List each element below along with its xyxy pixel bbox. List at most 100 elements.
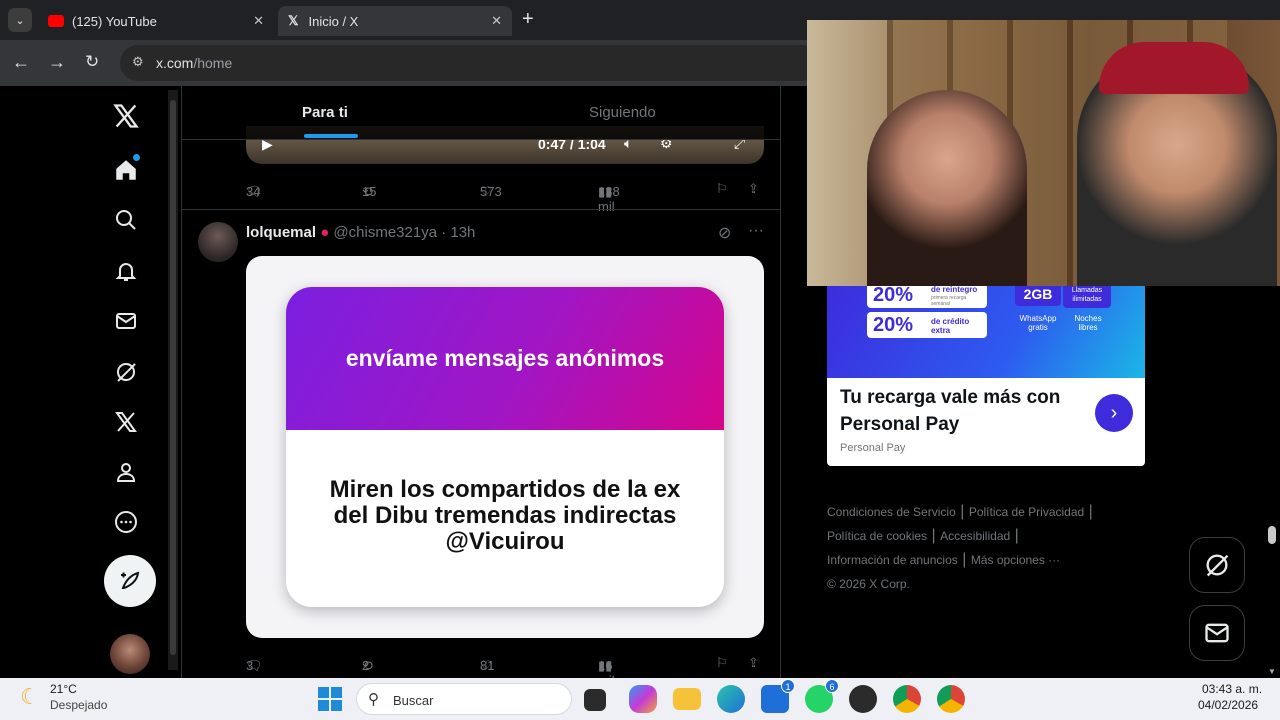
bell-icon[interactable] [108,253,144,289]
ad-headline: Tu recarga vale más con Personal Pay [840,387,1061,435]
notification-dot [133,154,140,161]
back-icon[interactable]: ← [12,52,30,73]
webcam-red-cap [1099,42,1249,94]
x-logo-icon[interactable] [108,98,144,134]
taskbar-search[interactable]: ⚲ Buscar [356,683,572,715]
reply-count: 3 [246,658,254,673]
timeline: ▶ 0:47 / 1:04 🔈︎ ⚙ ⤢ 🗨︎ 34 ⟲ 15 ♡ 573 ▮▮… [182,86,780,678]
youtube-icon [48,15,64,27]
whatsapp-badge: 6 [825,679,839,693]
promo1-pct: 20% [873,284,914,306]
nav-scrollbar[interactable] [168,90,178,670]
promo1-text: de reintegro [931,285,978,294]
search-icon[interactable] [108,202,144,238]
store-icon[interactable]: 1 [761,679,795,713]
footer-links: Condiciones de Servicio | Política de Pr… [827,503,1093,591]
anonymous-message-card: envíame mensajes anónimos Miren los comp… [286,287,724,607]
tab-active-indicator [304,134,358,138]
author-handle[interactable]: @chisme321ya [333,224,437,241]
like-count: 573 [480,184,502,199]
compose-post-button[interactable] [104,555,156,607]
clock-time[interactable]: 03:43 a. m. [1202,682,1262,696]
mail-icon [1205,623,1229,643]
ad-arrow-button[interactable]: › [1095,394,1133,432]
tab-search-button[interactable]: ⌄ [8,8,32,32]
post-header: lolquemal ● @chisme321ya · 13h [246,224,475,241]
close-icon[interactable]: ✕ [491,13,502,29]
weather-condition[interactable]: Despejado [50,698,107,712]
author-name[interactable]: lolquemal [246,224,316,241]
profile-icon[interactable] [108,454,144,490]
folder-icon[interactable] [673,688,701,710]
more-options-icon[interactable]: ··· [748,222,764,240]
card-header: envíame mensajes anónimos [286,287,724,430]
grok-icon [1206,554,1229,577]
chrome-profile-icon[interactable] [937,685,965,713]
clock-date[interactable]: 04/02/2026 [1198,698,1258,712]
premium-x-icon[interactable] [108,404,144,440]
home-icon[interactable] [108,152,144,188]
post-author-avatar[interactable] [198,222,238,262]
share-icon[interactable]: ⇪ [748,181,759,197]
new-tab-button[interactable]: + [522,8,534,31]
copyright: © 2026 X Corp. [827,577,910,591]
bookmark-icon[interactable]: ⚐ [716,181,728,197]
avatar[interactable] [110,634,150,674]
weather-moon-icon[interactable]: ☾ [20,684,40,710]
search-icon: ⚲ [368,691,379,708]
store-badge: 1 [781,679,795,693]
messages-float-button[interactable] [1189,605,1245,661]
grok-float-button[interactable] [1189,537,1245,593]
tab-for-you[interactable]: Para ti [302,104,348,121]
post-image[interactable]: envíame mensajes anónimos Miren los comp… [246,256,764,638]
reload-icon[interactable]: ↻ [85,52,99,72]
grok-icon[interactable]: ⊘ [718,223,731,243]
accessibility-link[interactable]: Accesibilidad [940,529,1010,543]
cookies-link[interactable]: Política de cookies [827,529,927,543]
feed-right-border [780,86,781,678]
ads-info-link[interactable]: Información de anuncios [827,553,958,567]
mail-icon[interactable] [108,303,144,339]
edge-icon[interactable] [717,685,745,713]
webcam-overlay [807,20,1280,286]
terms-link[interactable]: Condiciones de Servicio [827,505,956,519]
window-controls [1150,8,1280,20]
whatsapp-icon[interactable]: 6 [805,679,839,713]
address-bar[interactable]: ⚙ x.com/home [120,45,820,81]
copilot-icon[interactable] [629,685,657,713]
post-time[interactable]: · 13h [441,224,475,241]
share-icon[interactable]: ⇪ [748,655,759,671]
ad-advertiser: Personal Pay [840,442,906,454]
feed-tabs: Para ti Siguiendo [182,86,780,140]
close-icon[interactable]: ✕ [253,13,264,29]
whatsapp-badge: WhatsApp gratis [1019,314,1057,332]
card-message: Miren los compartidos de la ex del Dibu … [329,476,681,555]
promoted-ad[interactable]: 20% de reintegro primera recarga semanal… [827,278,1145,466]
site-info-icon[interactable]: ⚙ [132,54,144,70]
start-button[interactable] [318,687,342,711]
tab-following[interactable]: Siguiendo [589,104,656,121]
post-divider [182,209,780,210]
more-options-link[interactable]: Más opciones ··· [971,553,1060,567]
scroll-down-icon[interactable]: ▼ [1268,667,1276,676]
bookmark-icon[interactable]: ⚐ [716,655,728,671]
file-explorer-black-icon[interactable] [584,689,606,711]
tab-youtube[interactable]: (125) YouTube ✕ [38,6,274,36]
tab-x-home[interactable]: 𝕏 Inicio / X ✕ [278,6,512,36]
chrome-icon[interactable] [893,685,921,713]
weather-temp[interactable]: 21°C [50,682,77,696]
forward-icon[interactable]: → [48,52,66,73]
repost-count: 15 [362,184,377,199]
windows-taskbar: ☾ 21°C Despejado ⚲ Buscar 1 6 03:43 a. m… [0,678,1280,720]
privacy-link[interactable]: Política de Privacidad [969,505,1084,519]
nights-badge: Noches libres [1074,314,1102,332]
tab-title: Inicio / X [308,13,359,29]
url-host: x.com [156,55,194,71]
url-path: /home [193,55,233,71]
x-logo-icon: 𝕏 [288,13,299,28]
grok-icon[interactable] [108,354,144,390]
more-icon[interactable] [108,504,144,540]
like-count: 81 [480,658,495,673]
post-actions: 🗨︎ 3 ⟲ 2 ♡ 81 ▮▮ 16 mil ⚐ ⇪ [246,652,766,678]
obs-icon[interactable] [849,685,877,713]
